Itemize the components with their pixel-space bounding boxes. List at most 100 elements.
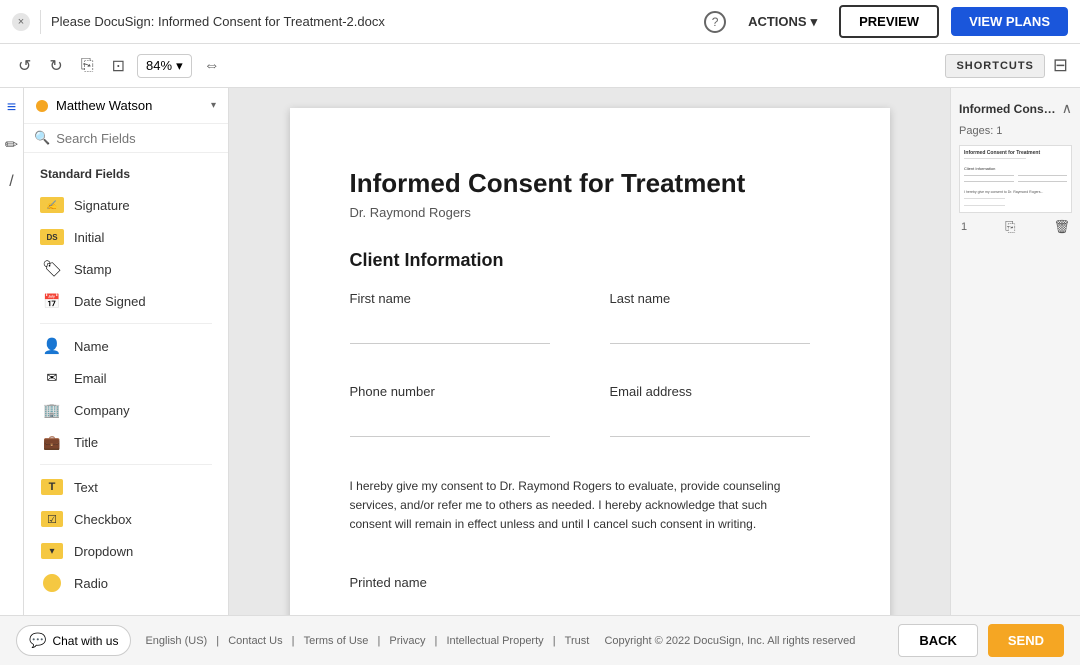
page-controls: 1 ⎘ 🗑 xyxy=(959,219,1072,235)
footer-link-trust[interactable]: Trust xyxy=(565,635,590,647)
field-item-email[interactable]: ✉ Email xyxy=(24,362,228,394)
footer-link-contact[interactable]: Contact Us xyxy=(228,635,282,647)
help-button[interactable]: ? xyxy=(704,11,726,33)
search-icon: 🔍 xyxy=(34,130,50,146)
stamp-icon: 🏷 xyxy=(40,260,64,278)
close-button[interactable]: × xyxy=(12,13,30,31)
top-bar: × Please DocuSign: Informed Consent for … xyxy=(0,0,1080,44)
shortcuts-button[interactable]: SHORTCUTS xyxy=(945,54,1044,78)
toolbar-left: ↺ ↻ ⎘ ⊡ 84% ▾ ⇔ xyxy=(12,52,937,80)
footer-link-privacy[interactable]: Privacy xyxy=(389,635,425,647)
radio-icon xyxy=(40,574,64,592)
footer-left: 💬 Chat with us English (US) | Contact Us… xyxy=(16,625,855,656)
copy-button[interactable]: ⎘ xyxy=(75,53,100,79)
first-name-field: First name xyxy=(350,291,550,344)
fit-button[interactable]: ⇔ xyxy=(198,53,226,79)
page-thumbnail[interactable]: Informed Consent for Treatment Client In… xyxy=(959,145,1072,213)
field-item-text[interactable]: T Text xyxy=(24,471,228,503)
thumbnail-icon[interactable]: ⊟ xyxy=(1053,55,1068,76)
document-paper: Informed Consent for Treatment Dr. Raymo… xyxy=(290,108,890,615)
company-icon: 🏢 xyxy=(40,401,64,419)
fields-tool-icon[interactable]: ≡ xyxy=(4,96,19,120)
name-icon: 👤 xyxy=(40,337,64,355)
signature-label: Signature xyxy=(74,198,130,213)
zoom-value: 84% xyxy=(146,58,172,73)
panel-collapse-icon[interactable]: ∧ xyxy=(1062,100,1072,117)
separator1 xyxy=(40,323,212,324)
footer-link-terms[interactable]: Terms of Use xyxy=(304,635,369,647)
signer-name: Matthew Watson xyxy=(56,98,203,113)
title-label: Title xyxy=(74,435,98,450)
title-icon: 💼 xyxy=(40,433,64,451)
thumbnail-content: Informed Consent for Treatment Client In… xyxy=(960,146,1071,212)
printed-name-line xyxy=(350,598,550,615)
footer-links: English (US) | Contact Us | Terms of Use… xyxy=(139,635,855,647)
edit-tool-icon[interactable]: ✏ xyxy=(2,132,21,158)
checkbox-label: Checkbox xyxy=(74,512,132,527)
email-icon: ✉ xyxy=(40,369,64,387)
company-label: Company xyxy=(74,403,130,418)
printed-name-section: Printed name xyxy=(350,575,810,615)
checkbox-icon: ☑ xyxy=(40,510,64,528)
page-delete-button[interactable]: 🗑 xyxy=(1053,219,1070,235)
delete-button[interactable]: ⊡ xyxy=(106,52,131,80)
field-item-checkbox[interactable]: ☑ Checkbox xyxy=(24,503,228,535)
phone-line xyxy=(350,407,550,437)
panel-pages: Pages: 1 xyxy=(959,125,1072,137)
text-label: Text xyxy=(74,480,98,495)
preview-button[interactable]: PREVIEW xyxy=(839,5,939,38)
section1-title: Client Information xyxy=(350,250,810,271)
last-name-field: Last name xyxy=(610,291,810,344)
actions-button[interactable]: ACTIONS ▾ xyxy=(738,8,827,36)
radio-label: Radio xyxy=(74,576,108,591)
back-button[interactable]: BACK xyxy=(898,624,978,657)
last-name-label: Last name xyxy=(610,291,810,306)
top-right-actions: ? ACTIONS ▾ PREVIEW VIEW PLANS xyxy=(704,5,1068,38)
chat-label: Chat with us xyxy=(52,634,118,648)
field-item-initial[interactable]: DS Initial xyxy=(24,221,228,253)
signer-dot xyxy=(36,100,48,112)
field-item-company[interactable]: 🏢 Company xyxy=(24,394,228,426)
stamp-label: Stamp xyxy=(74,262,112,277)
section-header: Standard Fields xyxy=(24,163,228,189)
zoom-control[interactable]: 84% ▾ xyxy=(137,54,192,78)
footer-link-ip[interactable]: Intellectual Property xyxy=(446,635,543,647)
field-item-dropdown[interactable]: ▾ Dropdown xyxy=(24,535,228,567)
field-item-stamp[interactable]: 🏷 Stamp xyxy=(24,253,228,285)
page-copy-button[interactable]: ⎘ xyxy=(1005,219,1015,235)
divider xyxy=(40,10,41,34)
signer-dropdown-icon: ▾ xyxy=(211,100,216,111)
field-item-title[interactable]: 💼 Title xyxy=(24,426,228,458)
phone-field: Phone number xyxy=(350,384,550,437)
field-item-radio[interactable]: Radio xyxy=(24,567,228,599)
undo-button[interactable]: ↺ xyxy=(12,52,37,80)
last-name-line xyxy=(610,314,810,344)
dropdown-icon: ▾ xyxy=(40,542,64,560)
toolbar-right: SHORTCUTS ⊟ xyxy=(945,54,1068,78)
draw-tool-icon[interactable]: / xyxy=(6,170,16,194)
search-input[interactable] xyxy=(56,131,229,146)
document-title: Informed Consent for Treatment xyxy=(350,168,810,199)
page-number: 1 xyxy=(961,221,967,233)
dropdown-label: Dropdown xyxy=(74,544,133,559)
signer-selector[interactable]: Matthew Watson ▾ xyxy=(24,88,228,124)
view-plans-button[interactable]: VIEW PLANS xyxy=(951,7,1068,36)
field-item-signature[interactable]: ✍ Signature xyxy=(24,189,228,221)
consent-text: I hereby give my consent to Dr. Raymond … xyxy=(350,477,810,535)
field-item-name[interactable]: 👤 Name xyxy=(24,330,228,362)
chat-icon: 💬 xyxy=(29,632,46,649)
field-item-date-signed[interactable]: 📅 Date Signed xyxy=(24,285,228,317)
chat-button[interactable]: 💬 Chat with us xyxy=(16,625,131,656)
contact-fields-row: Phone number Email address xyxy=(350,384,810,437)
left-sidebar: Matthew Watson ▾ 🔍 × Standard Fields ✍ S… xyxy=(24,88,229,615)
email-field: Email address xyxy=(610,384,810,437)
redo-button[interactable]: ↻ xyxy=(43,52,68,80)
text-icon: T xyxy=(40,478,64,496)
first-name-line xyxy=(350,314,550,344)
date-signed-icon: 📅 xyxy=(40,292,64,310)
footer-link-english[interactable]: English (US) xyxy=(145,635,207,647)
document-title: Please DocuSign: Informed Consent for Tr… xyxy=(51,14,694,29)
send-button[interactable]: SEND xyxy=(988,624,1064,657)
right-panel: Informed Consent for T... ∧ Pages: 1 Inf… xyxy=(950,88,1080,615)
email-label: Email xyxy=(74,371,107,386)
